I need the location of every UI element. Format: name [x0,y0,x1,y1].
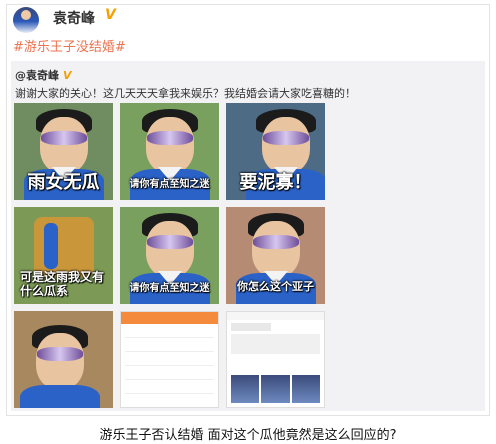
user-avatar[interactable] [13,7,39,33]
meme-caption: 请你有点至知之迷 [129,179,210,190]
verified-icon: V [63,69,72,82]
verified-icon: V [105,7,116,23]
meme-caption: 要泥寡！ [239,172,312,193]
meme-image[interactable]: 请你有点至知之迷 [120,103,219,200]
repost-text: 谢谢大家的关心！这几天天天拿我来娱乐？我结婚会请大家吃喜糖的！ [15,87,356,100]
image-grid: 雨女无瓜 请你有点至知之迷 要泥寡！ 可是这雨我又有什么瓜系 请你有点至知之迷 [14,103,329,408]
repost-author[interactable]: @袁奇峰 V [15,67,72,83]
meme-image[interactable]: 可是这雨我又有什么瓜系 [14,207,113,304]
article-caption: 游乐王子否认结婚 面对这个瓜他竟然是这么回应的? [99,428,397,443]
hashtag-link[interactable]: #游乐王子没结婚# [13,36,126,55]
meme-caption: 可是这雨我又有什么瓜系 [20,270,105,298]
screenshot-thumbnail[interactable] [120,311,219,408]
meme-image[interactable]: 你怎么这个亚子 [226,207,325,304]
username[interactable]: 袁奇峰 [53,8,95,28]
meme-caption: 你怎么这个亚子 [237,280,314,293]
meme-image[interactable]: 请你有点至知之迷 [120,207,219,304]
meme-image[interactable]: 雨女无瓜 [14,103,113,200]
meme-image[interactable]: 要泥寡！ [226,103,325,200]
repost-author-name[interactable]: @袁奇峰 [15,69,59,82]
meme-caption: 雨女无瓜 [27,172,100,193]
meme-caption: 请你有点至知之迷 [129,283,210,294]
meme-image[interactable] [14,311,113,408]
post-header: 袁奇峰 V [11,5,481,35]
repost-block: @袁奇峰 V 谢谢大家的关心！这几天天天拿我来娱乐？我结婚会请大家吃喜糖的！ 雨女… [11,61,485,411]
weibo-post: 袁奇峰 V #游乐王子没结婚# @袁奇峰 V 谢谢大家的关心！这几天天天拿我来娱乐… [6,4,490,416]
screenshot-thumbnail[interactable] [226,311,325,408]
